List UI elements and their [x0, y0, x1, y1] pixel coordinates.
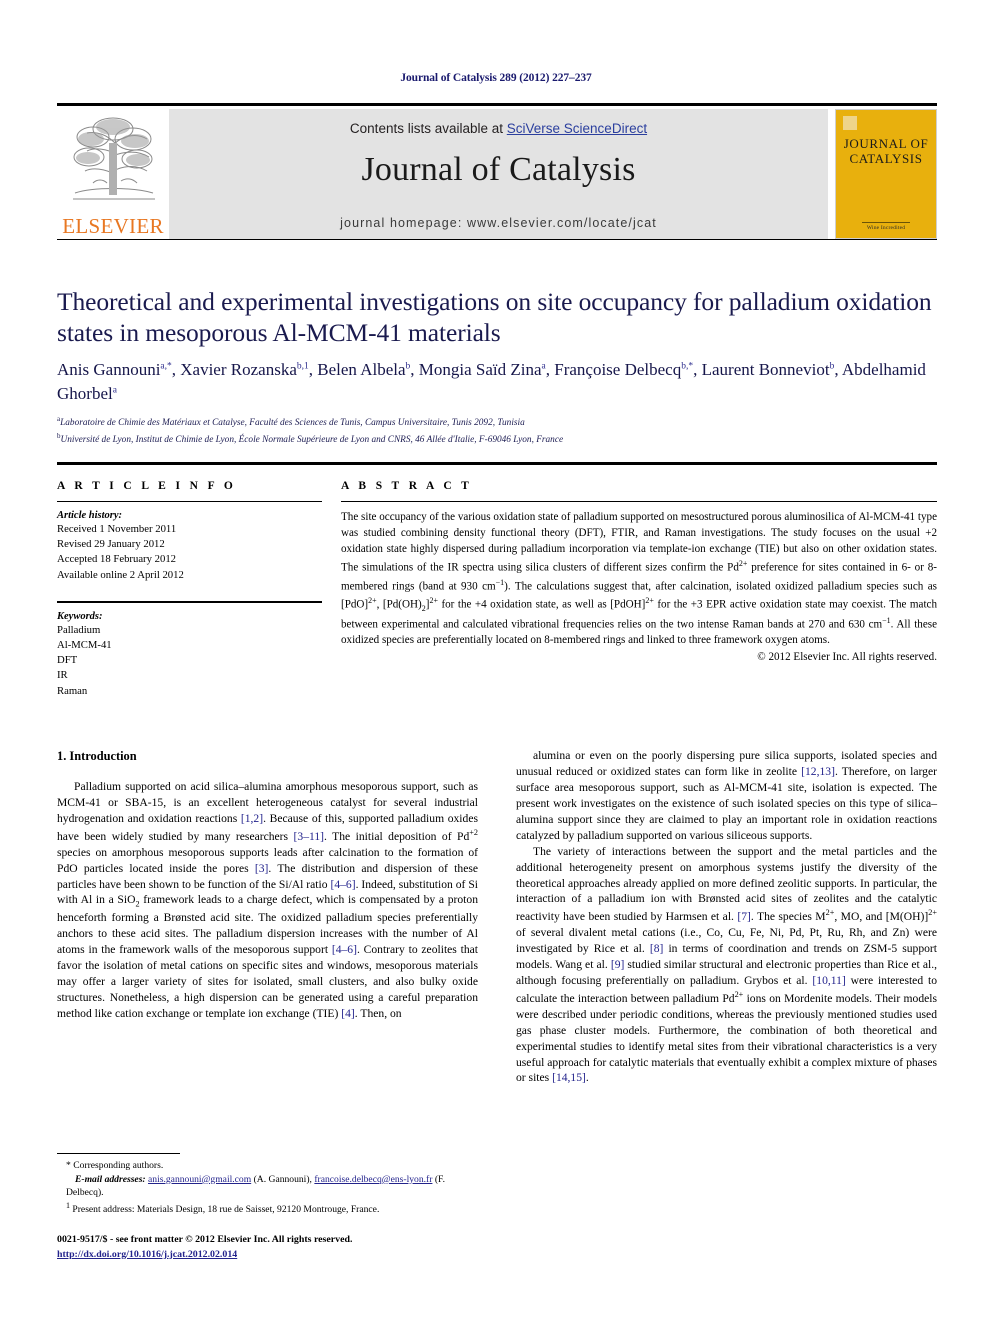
- section-heading-introduction: 1. Introduction: [57, 749, 137, 763]
- sciencedirect-link[interactable]: SciVerse ScienceDirect: [507, 121, 647, 136]
- cover-title-line1: JOURNAL OF: [843, 136, 929, 151]
- article-info-rule: [57, 501, 322, 502]
- article-info-column: A R T I C L E I N F O Article history: R…: [57, 480, 322, 699]
- keywords-block: Keywords: Palladium Al-MCM-41 DFT IR Ram…: [57, 600, 322, 699]
- affiliation-a: aLaboratoire de Chimie des Matériaux et …: [57, 415, 525, 429]
- body-column-right: alumina or even on the poorly dispersing…: [516, 748, 937, 1086]
- keyword-item: IR: [57, 669, 68, 682]
- footnote-block: * Corresponding authors. E-mail addresse…: [57, 1153, 478, 1217]
- keyword-item: DFT: [57, 654, 78, 667]
- footnote-marker-1: 1: [66, 1200, 70, 1210]
- page-title: Theoretical and experimental investigati…: [57, 287, 932, 348]
- doi-link[interactable]: http://dx.doi.org/10.1016/j.jcat.2012.02…: [57, 1249, 237, 1260]
- abstract-heading: A B S T R A C T: [341, 480, 473, 492]
- author-list: Anis Gannounia,*, Xavier Rozanskab,1, Be…: [57, 360, 926, 404]
- cover-title: JOURNAL OF CATALYSIS: [836, 136, 936, 167]
- article-info-heading: A R T I C L E I N F O: [57, 480, 237, 492]
- journal-title: Journal of Catalysis: [361, 151, 636, 188]
- footnote-rule: [57, 1153, 180, 1154]
- footnote-corresponding: * Corresponding authors.: [66, 1160, 164, 1171]
- history-item: Available online 2 April 2012: [57, 568, 184, 581]
- paper-page: Journal of Catalysis 289 (2012) 227–237: [0, 0, 992, 1323]
- running-head: Journal of Catalysis 289 (2012) 227–237: [400, 72, 592, 84]
- cover-title-line2: CATALYSIS: [849, 151, 923, 167]
- contents-band: Contents lists available at SciVerse Sci…: [169, 109, 828, 239]
- affiliation-list: aLaboratoire de Chimie des Matériaux et …: [57, 414, 937, 447]
- abstract-column: A B S T R A C T The site occupancy of th…: [341, 480, 937, 663]
- history-item: Received 1 November 2011: [57, 523, 177, 535]
- contents-prefix: Contents lists available at: [349, 121, 507, 136]
- imprint-block: 0021-9517/$ - see front matter © 2012 El…: [57, 1233, 527, 1263]
- cover-elsevier-mark-icon: [843, 116, 857, 130]
- elsevier-wordmark: ELSEVIER: [62, 214, 164, 238]
- abstract-text: The site occupancy of the various oxidat…: [341, 511, 938, 647]
- abstract-rule: [341, 501, 937, 502]
- present-address-text: Present address: Materials Design, 18 ru…: [72, 1204, 380, 1216]
- journal-homepage-link[interactable]: journal homepage: www.elsevier.com/locat…: [169, 216, 828, 230]
- elsevier-logo: ELSEVIER: [57, 109, 169, 239]
- contents-lists-line: Contents lists available at SciVerse Sci…: [169, 121, 828, 136]
- abstract-copyright: © 2012 Elsevier Inc. All rights reserved…: [757, 651, 937, 664]
- body-paragraph: Palladium supported on acid silica–alumi…: [57, 780, 479, 1020]
- journal-cover-thumbnail: JOURNAL OF CATALYSIS Wine Incredited: [835, 109, 937, 239]
- email-link-delbecq[interactable]: francoise.delbecq@ens-lyon.fr: [314, 1174, 432, 1185]
- article-history-label: Article history:: [57, 510, 123, 521]
- issn-line: 0021-9517/$ - see front matter © 2012 El…: [57, 1234, 353, 1245]
- keyword-item: Raman: [57, 684, 88, 697]
- masthead-bottom-rule: [57, 239, 937, 240]
- affiliation-b: bUniversité de Lyon, Institut de Chimie …: [57, 431, 564, 445]
- cover-footer-rule: [862, 222, 910, 223]
- abstract-top-rule: [57, 462, 937, 465]
- footnote-present-address: 1 Present address: Materials Design, 18 …: [57, 1200, 478, 1217]
- cover-footer: Wine Incredited: [836, 222, 936, 231]
- history-item: Accepted 18 February 2012: [57, 553, 177, 566]
- email-link-gannouni[interactable]: anis.gannouni@gmail.com: [148, 1174, 251, 1185]
- history-item: Revised 29 January 2012: [57, 538, 165, 551]
- footnote-emails: E-mail addresses: anis.gannouni@gmail.co…: [57, 1173, 478, 1200]
- email-label: E-mail addresses:: [75, 1173, 146, 1185]
- keyword-item: Al-MCM-41: [57, 638, 112, 651]
- article-history-list: Received 1 November 2011 Revised 29 Janu…: [57, 522, 322, 583]
- body-column-left: 1. Introduction Palladium supported on a…: [57, 748, 478, 1022]
- elsevier-tree-icon: [73, 117, 155, 200]
- keywords-rule: [57, 600, 322, 603]
- email-name-gannouni: (A. Gannouni),: [253, 1173, 312, 1185]
- journal-masthead: ELSEVIER Contents lists available at Sci…: [57, 103, 937, 239]
- body-paragraph: The variety of interactions between the …: [516, 844, 937, 1085]
- keywords-label: Keywords:: [57, 610, 103, 622]
- cover-footer-text: Wine Incredited: [866, 225, 906, 231]
- body-paragraph: alumina or even on the poorly dispersing…: [516, 749, 937, 842]
- keywords-list: Palladium Al-MCM-41 DFT IR Raman: [57, 623, 322, 699]
- keyword-item: Palladium: [57, 623, 101, 636]
